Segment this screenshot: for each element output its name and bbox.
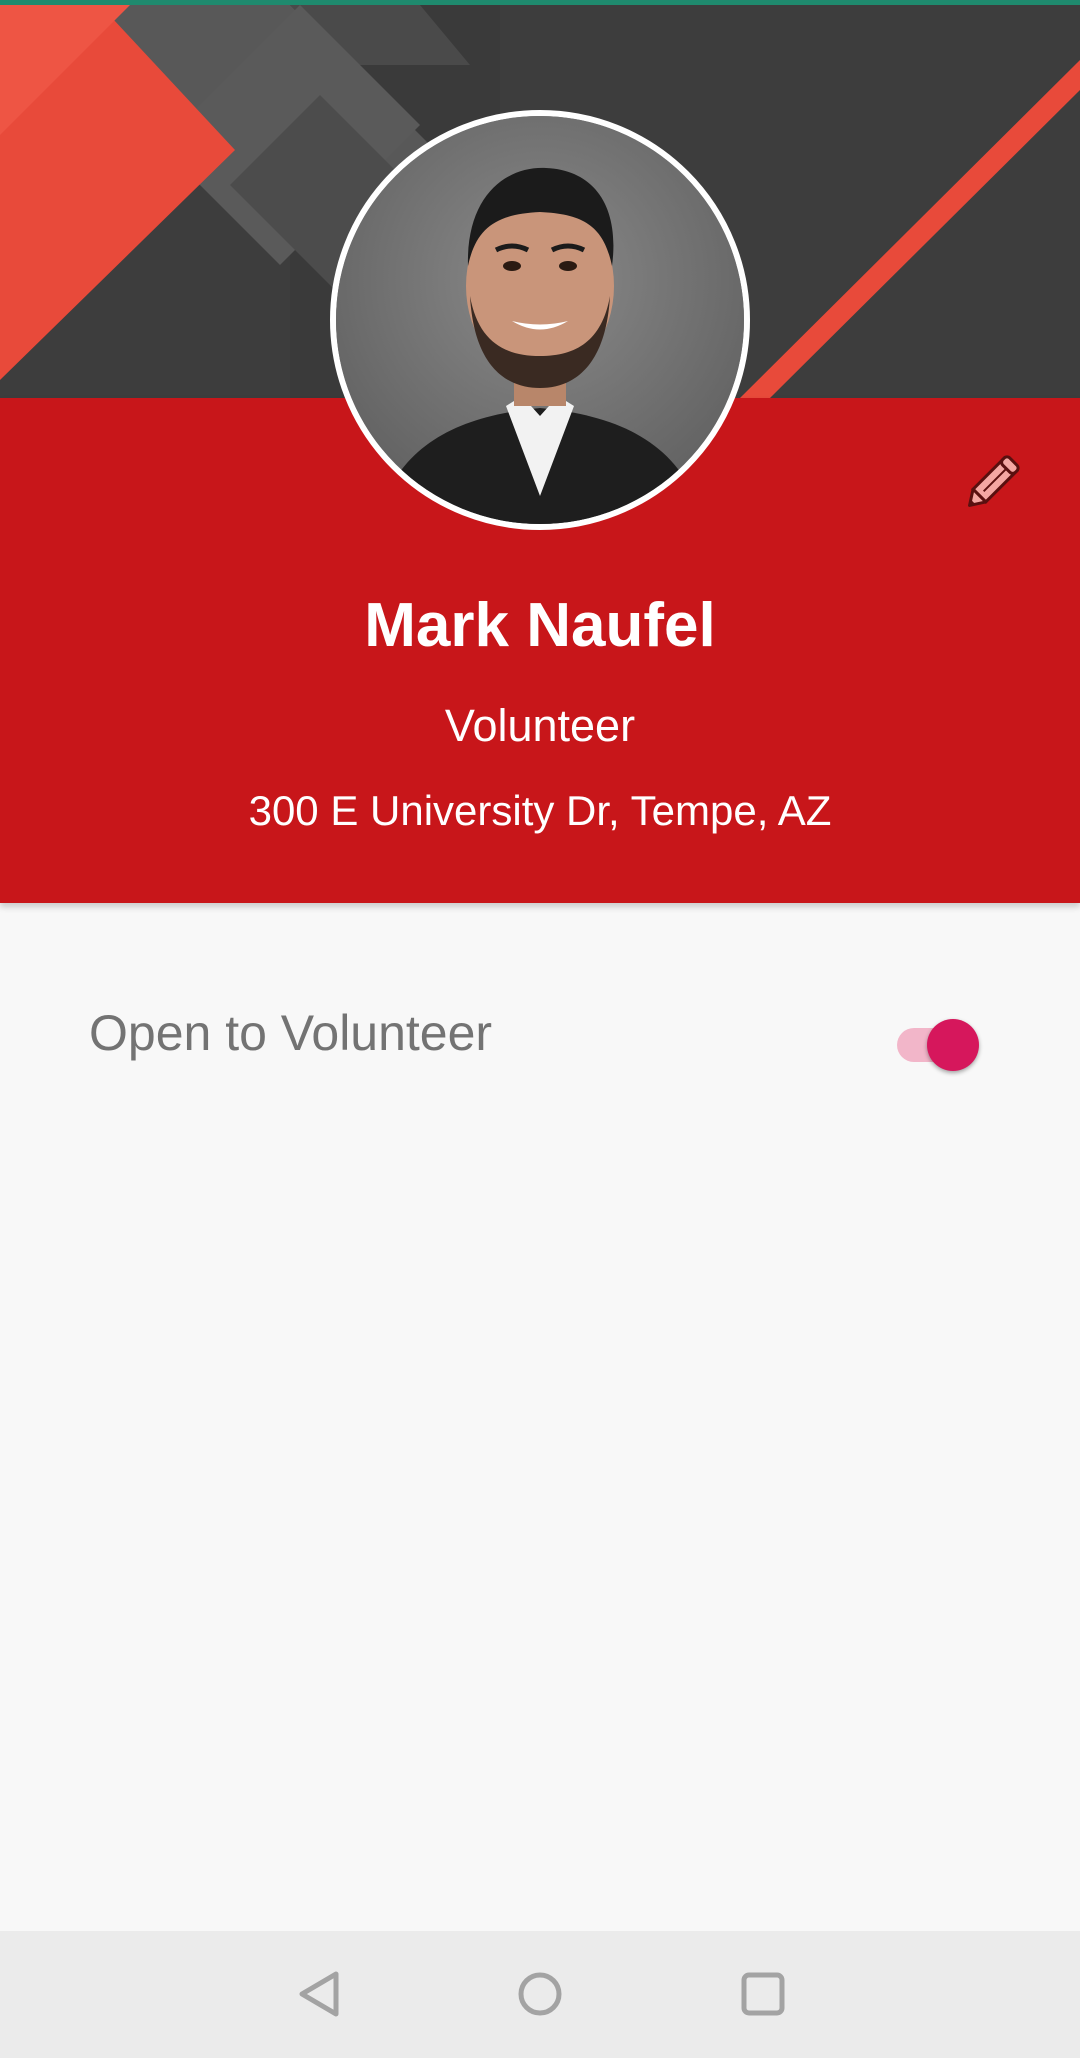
nav-back-button[interactable] xyxy=(280,1959,360,2029)
nav-home-button[interactable] xyxy=(500,1959,580,2029)
open-to-volunteer-label: Open to Volunteer xyxy=(89,1005,493,1061)
nav-recents-button[interactable] xyxy=(723,1959,803,2029)
open-to-volunteer-toggle[interactable] xyxy=(893,1014,983,1071)
back-icon xyxy=(299,1971,339,2017)
profile-name: Mark Naufel xyxy=(364,591,716,660)
profile-address: 300 E University Dr, Tempe, AZ xyxy=(248,787,832,834)
profile-avatar xyxy=(330,110,750,530)
recents-icon xyxy=(741,1972,785,2016)
edit-profile-button[interactable] xyxy=(955,440,1035,520)
toggle-thumb xyxy=(927,1019,979,1071)
pencil-icon xyxy=(968,455,1020,507)
open-to-volunteer-row: Open to Volunteer xyxy=(0,980,1080,1090)
home-icon xyxy=(518,1972,562,2016)
profile-role: Volunteer xyxy=(444,700,636,751)
system-navigation-bar xyxy=(0,1931,1080,2058)
